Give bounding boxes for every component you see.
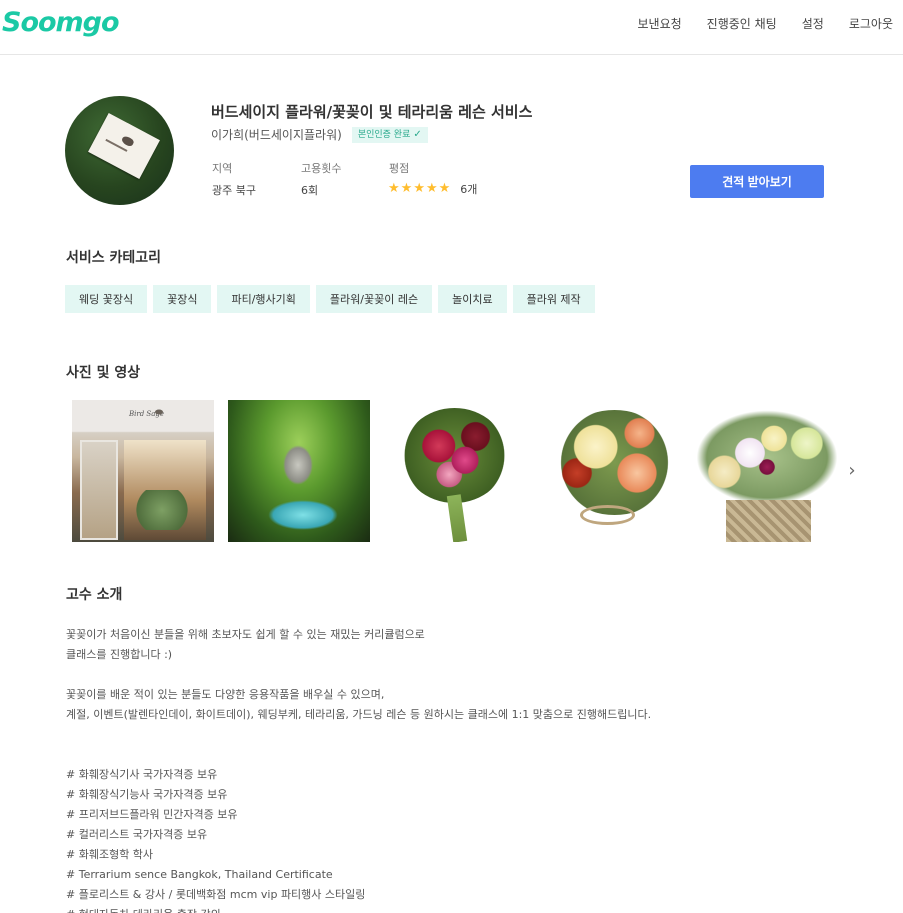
hire-count-label: 고용횟수 [301, 162, 342, 175]
rose-arrangement [552, 410, 677, 515]
star-icon: ★ [388, 181, 400, 196]
credential-line: # 화훼장식기능사 국가자격증 보유 [66, 788, 228, 801]
star-icon: ★ [413, 181, 425, 196]
top-header: Soomgo 보낸요청 진행중인 채팅 설정 로그아웃 [0, 0, 903, 55]
category-chip[interactable]: 놀이치료 [438, 285, 507, 313]
bouquet-flowers [402, 408, 507, 503]
category-chip[interactable]: 웨딩 꽃장식 [65, 285, 148, 313]
provider-name: 이가희(버드세이지플라워) [211, 128, 342, 142]
nav-logout[interactable]: 로그아웃 [849, 16, 893, 32]
gallery-photo-terrarium[interactable] [228, 400, 370, 542]
category-chips: 웨딩 꽃장식 꽃장식 파티/행사기획 플라워/꽃꽂이 레슨 놀이치료 플라워 제… [65, 285, 595, 313]
check-icon: ✓ [413, 128, 422, 140]
nav-sent-requests[interactable]: 보낸요청 [638, 16, 682, 32]
bird-illustration [120, 134, 135, 148]
hire-count-value: 6회 [301, 184, 319, 197]
profile-avatar [65, 96, 174, 205]
shop-sign-logo: Bird Sage [128, 409, 164, 418]
region-label: 지역 [212, 162, 233, 175]
region-value: 광주 북구 [212, 184, 256, 197]
credential-line: # 컬러리스트 국가자격증 보유 [66, 828, 208, 841]
orchid-arrangement [696, 410, 838, 505]
rating-stars: ★ ★ ★ ★ ★ 6개 [388, 181, 477, 197]
nav-settings[interactable]: 설정 [802, 16, 824, 32]
provider-row: 이가희(버드세이지플라워) 본인인증 완료 ✓ [211, 126, 428, 143]
star-icon: ★ [400, 181, 413, 196]
category-chip[interactable]: 파티/행사기획 [217, 285, 310, 313]
gallery-photo-basket[interactable] [696, 400, 838, 542]
gallery-photo-rose-corsage[interactable] [540, 400, 682, 542]
chevron-right-icon[interactable]: › [845, 460, 859, 481]
avatar-card-image [88, 112, 160, 180]
intro-line: 계절, 이벤트(발렌타인데이, 화이트데이), 웨딩부케, 테라리움, 가드닝 … [66, 708, 652, 721]
soomgo-logo[interactable]: Soomgo [2, 7, 120, 38]
category-chip[interactable]: 꽃장식 [153, 285, 212, 313]
intro-line: 꽃꽂이를 배운 적이 있는 분들도 다양한 응용작품을 배우실 수 있으며, [66, 688, 385, 701]
credential-line: # 현대자동차 테라리움 출장 강의 [66, 905, 846, 913]
intro-line: 꽃꽂이가 처음이신 분들을 위해 초보자도 쉽게 할 수 있는 재밌는 커리큘럼… [66, 628, 425, 641]
intro-title: 고수 소개 [66, 587, 123, 603]
intro-text: 꽃꽂이가 처음이신 분들을 위해 초보자도 쉽게 할 수 있는 재밌는 커리큘럼… [66, 625, 846, 913]
categories-title: 서비스 카테고리 [66, 250, 162, 266]
request-quote-button[interactable]: 견적 받아보기 [690, 165, 824, 198]
verified-badge: 본인인증 완료 ✓ [351, 126, 428, 143]
category-chip[interactable]: 플라워 제작 [512, 285, 595, 313]
flower-basket [726, 500, 811, 542]
top-nav: 보낸요청 진행중인 채팅 설정 로그아웃 [638, 16, 894, 32]
storefront-plants [132, 490, 192, 530]
intro-line: 클래스를 진행합니다 :) [66, 648, 173, 661]
credential-line: # 화훼조형학 학사 [66, 848, 154, 861]
ribbon [580, 505, 635, 525]
terrarium-water [268, 500, 338, 530]
rating-label: 평점 [389, 162, 410, 175]
credential-line: # 프리저브드플라워 민간자격증 보유 [66, 808, 238, 821]
verified-label: 본인인증 완료 [357, 129, 411, 140]
review-count: 6개 [460, 183, 478, 196]
star-icon: ★ [425, 181, 438, 196]
service-title: 버드세이지 플라워/꽃꽂이 및 테라리움 레슨 서비스 [211, 103, 533, 121]
media-title: 사진 및 영상 [66, 365, 141, 381]
credential-line: # 플로리스트 & 강사 / 롯데백화점 mcm vip 파티행사 스타일링 [66, 888, 366, 901]
category-chip[interactable]: 플라워/꽃꽂이 레슨 [315, 285, 433, 313]
credential-line: # 화훼장식기사 국가자격증 보유 [66, 768, 218, 781]
credential-line: # Terrarium sence Bangkok, Thailand Cert… [66, 868, 333, 881]
terrarium-rock [283, 445, 313, 485]
nav-active-chats[interactable]: 진행중인 채팅 [707, 16, 777, 32]
photo-gallery: Bird Sage [72, 400, 838, 542]
star-icon: ★ [438, 181, 451, 196]
gallery-photo-bouquet[interactable] [384, 400, 526, 542]
gallery-photo-storefront[interactable]: Bird Sage [72, 400, 214, 542]
storefront-door [80, 440, 118, 540]
